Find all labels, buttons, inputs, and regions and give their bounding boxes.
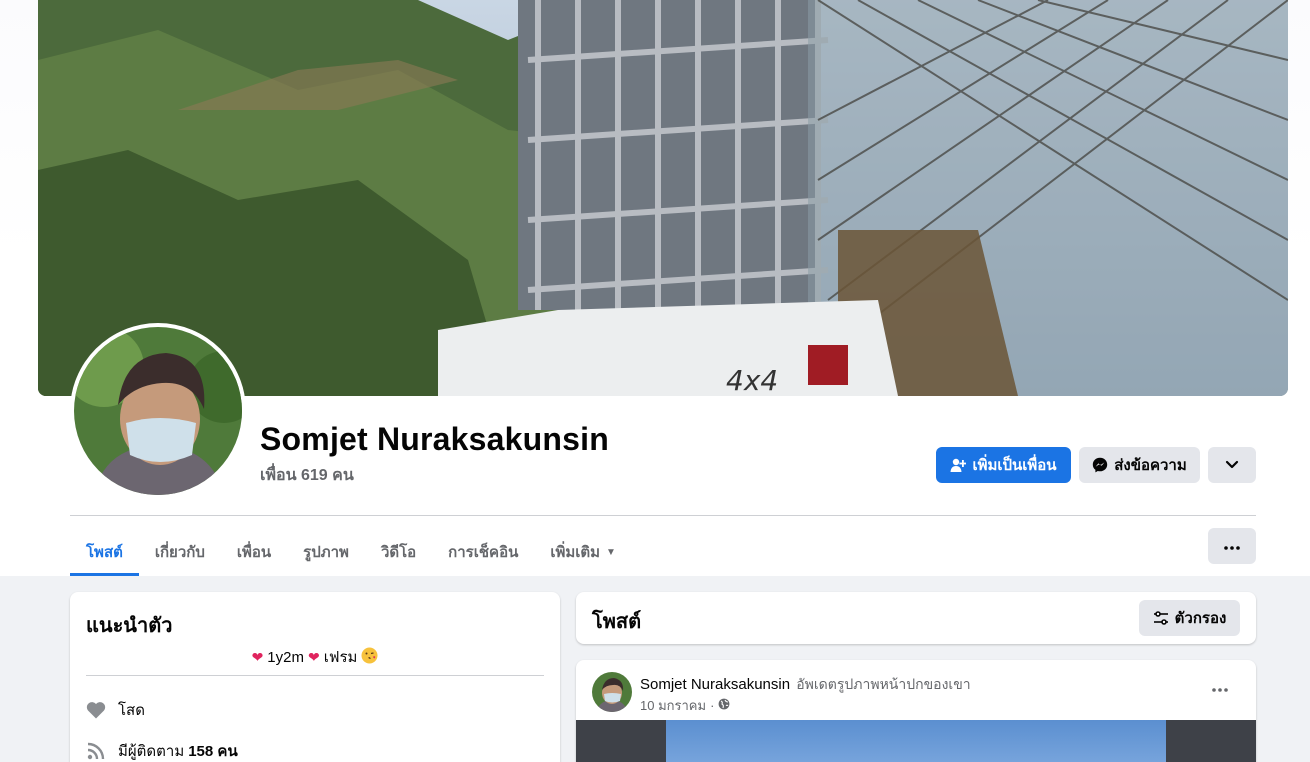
tab-more[interactable]: เพิ่มเติม ▼ [534,528,632,576]
tab-videos[interactable]: วิดีโอ [365,528,432,576]
bio-text: ❤ 1y2m ❤ เฟรม [70,645,560,669]
profile-name: Somjet Nuraksakunsin [260,421,609,457]
bio-mid: 1y2m [267,648,304,666]
post-options-button[interactable] [1204,678,1236,698]
post-image[interactable] [576,720,1256,762]
add-friend-icon [950,457,967,473]
posts-header-card: โพสต์ ตัวกรอง [576,592,1256,644]
intro-card: แนะนำตัว ❤ 1y2m ❤ เฟรม โสด มีผู้ติดตาม 1… [70,592,560,762]
followers-count: 158 คน [188,743,238,760]
post-author-line: Somjet Nuraksakunsin อัพเดตรูปภาพหน้าปกข… [640,674,971,696]
friend-count[interactable]: เพื่อน 619 คน [260,463,354,488]
more-dots-icon [1224,537,1240,555]
followers-row[interactable]: มีผู้ติดตาม 158 คน [86,739,238,762]
followers-prefix: มีผู้ติดตาม [118,743,185,760]
message-button[interactable]: ส่งข้อความ [1079,447,1200,483]
tab-label: โพสต์ [86,544,123,561]
add-friend-button[interactable]: เพิ่มเป็นเพื่อน [936,447,1071,483]
posts-title: โพสต์ [592,611,642,633]
chevron-down-icon [1225,457,1239,474]
post-author-name[interactable]: Somjet Nuraksakunsin [640,676,790,693]
post-image-content [666,720,1166,762]
heart-emoji: ❤ [251,648,264,665]
filter-button[interactable]: ตัวกรอง [1139,600,1240,636]
filter-icon [1153,611,1169,625]
add-friend-label: เพิ่มเป็นเพื่อน [972,457,1057,474]
relationship-text: โสด [118,702,145,719]
rss-icon [86,741,106,761]
profile-tabs: โพสต์ เกี่ยวกับ เพื่อน รูปภาพ วิดีโอ การ… [70,528,632,576]
relationship-row: โสด [86,698,145,722]
profile-avatar[interactable] [70,323,246,499]
tab-friends[interactable]: เพื่อน [221,528,287,576]
intro-divider [86,675,544,676]
post-meta: 10 มกราคม · [640,695,730,716]
tab-options-button[interactable] [1208,528,1256,564]
post-date[interactable]: 10 มกราคม [640,695,706,716]
globe-icon[interactable] [718,698,730,713]
post-avatar[interactable] [592,672,632,712]
cover-photo[interactable]: 4x4 [38,0,1288,396]
heart-icon [86,700,106,720]
tab-label: การเช็คอิน [448,544,519,561]
intro-title: แนะนำตัว [86,615,173,637]
bio-end: เฟรม [323,649,358,666]
more-dots-icon [1212,679,1228,697]
tab-label: เพื่อน [236,544,272,561]
profile-options-button[interactable] [1208,447,1256,483]
tab-label: เพิ่มเติม [550,544,601,561]
tab-posts[interactable]: โพสต์ [70,528,139,576]
kiss-emoji [361,647,378,668]
heart-emoji: ❤ [307,648,320,665]
tab-label: รูปภาพ [303,544,349,561]
tab-about[interactable]: เกี่ยวกับ [139,528,221,576]
tab-photos[interactable]: รูปภาพ [287,528,365,576]
tab-label: เกี่ยวกับ [154,544,205,561]
filter-label: ตัวกรอง [1174,610,1227,627]
tab-checkins[interactable]: การเช็คอิน [432,528,534,576]
caret-down-icon: ▼ [606,546,616,558]
header-divider [70,515,1256,516]
tab-label: วิดีโอ [380,544,417,561]
meta-separator: · [710,698,715,713]
post-action-text: อัพเดตรูปภาพหน้าปกของเขา [796,676,971,692]
messenger-icon [1092,457,1108,473]
message-label: ส่งข้อความ [1114,457,1187,474]
svg-text:4x4: 4x4 [726,364,778,396]
post-card: Somjet Nuraksakunsin อัพเดตรูปภาพหน้าปกข… [576,660,1256,762]
